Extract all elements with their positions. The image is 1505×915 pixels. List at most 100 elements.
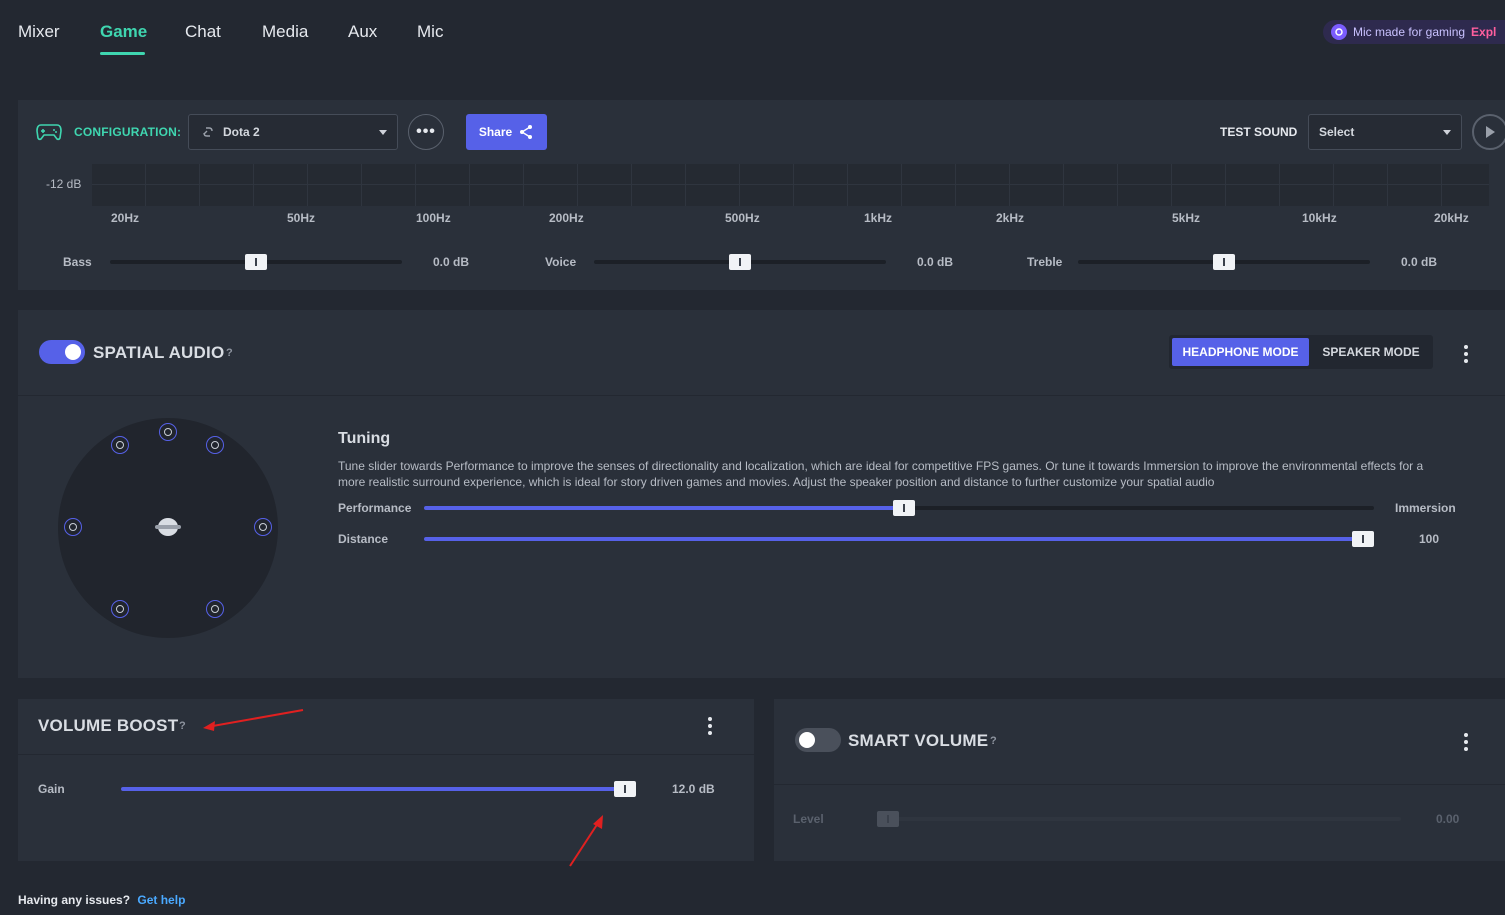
kebab-menu-icon[interactable] [708,717,712,735]
tab-mic[interactable]: Mic [417,22,443,42]
level-value: 0.00 [1436,812,1460,826]
get-help-link[interactable]: Get help [137,893,185,907]
treble-value: 0.0 dB [1401,255,1438,269]
bass-value: 0.0 dB [433,255,470,269]
footer-question: Having any issues? [18,893,131,907]
eq-graph[interactable] [92,164,1489,206]
play-icon [1486,126,1495,138]
slider-fill [424,506,904,510]
tuning-title: Tuning [338,430,391,447]
gamepad-icon [36,124,62,141]
help-icon[interactable]: ? [179,720,186,732]
promo-text: Mic made for gaming [1353,25,1466,39]
speaker-icon[interactable] [64,518,82,536]
smart-volume-header: SMART VOLUME ? [774,699,1505,785]
link-icon [203,127,213,137]
slider-thumb[interactable] [614,781,636,797]
listener-head-icon [155,518,181,536]
share-label: Share [478,125,513,139]
tab-mixer[interactable]: Mixer [18,22,60,42]
freq-label: 200Hz [549,211,584,225]
slider-thumb[interactable] [729,254,751,270]
distance-value: 100 [1419,532,1440,546]
freq-label: 50Hz [287,211,316,225]
configuration-select[interactable]: Dota 2 [188,114,398,150]
promo-link[interactable]: Expl [1471,25,1496,39]
test-sound-select[interactable]: Select [1308,114,1462,150]
smart-volume-panel: SMART VOLUME ? Level 0.00 [774,699,1505,861]
slider-thumb[interactable] [245,254,267,270]
treble-slider[interactable] [1078,254,1370,270]
chevron-down-icon [379,130,387,135]
tab-media[interactable]: Media [262,22,308,42]
freq-label: 100Hz [416,211,451,225]
kebab-menu-icon[interactable] [1464,345,1468,363]
test-sound-value: Select [1319,125,1355,139]
play-button[interactable] [1472,114,1505,150]
slider-fill [121,787,636,791]
distance-slider[interactable] [424,531,1374,547]
level-label: Level [793,812,824,826]
spatial-audio-header: SPATIAL AUDIO ? HEADPHONE MODE SPEAKER M… [18,310,1505,396]
volume-boost-title: VOLUME BOOST [38,716,179,735]
speaker-icon[interactable] [206,600,224,618]
freq-label: 2kHz [996,211,1025,225]
mode-selector: HEADPHONE MODE SPEAKER MODE [1169,335,1433,369]
freq-label: 500Hz [725,211,760,225]
db-scale-label: -12 dB [46,177,82,191]
voice-slider[interactable] [594,254,886,270]
treble-label: Treble [1027,255,1063,269]
speaker-icon[interactable] [206,436,224,454]
immersion-label: Immersion [1395,501,1456,515]
level-slider[interactable] [877,811,1401,827]
slider-thumb[interactable] [1352,531,1374,547]
bass-slider[interactable] [110,254,402,270]
help-icon[interactable]: ? [226,347,233,359]
spatial-audio-toggle[interactable] [39,340,85,364]
speaker-icon[interactable] [111,436,129,454]
volume-boost-panel: VOLUME BOOST ? Gain 12.0 dB [18,699,754,861]
freq-label: 10kHz [1302,211,1337,225]
tuning-description: Tune slider towards Performance to impro… [338,459,1424,489]
spatial-audio-panel: SPATIAL AUDIO ? HEADPHONE MODE SPEAKER M… [18,310,1505,678]
equalizer-panel: CONFIGURATION: Dota 2 ••• Share TEST SOU… [18,100,1505,290]
speaker-icon[interactable] [159,423,177,441]
smart-volume-toggle[interactable] [795,728,841,752]
help-icon[interactable]: ? [990,735,997,747]
more-options-button[interactable]: ••• [408,114,444,150]
tab-chat[interactable]: Chat [185,22,221,42]
annotation-arrow [569,815,603,867]
share-button[interactable]: Share [466,114,547,150]
speaker-icon[interactable] [254,518,272,536]
speaker-mode-button[interactable]: SPEAKER MODE [1313,338,1429,366]
annotation-arrow [203,709,304,731]
performance-immersion-slider[interactable] [424,500,1374,516]
mic-icon [1331,24,1347,40]
chevron-down-icon [1443,130,1451,135]
slider-thumb[interactable] [877,811,899,827]
gain-slider[interactable] [121,781,636,797]
smart-volume-title: SMART VOLUME [848,731,989,750]
active-tab-indicator [100,52,145,55]
test-sound-label: TEST SOUND [1220,125,1298,139]
top-nav: Mixer Game Chat Media Aux Mic Mic made f… [0,0,1505,70]
kebab-menu-icon[interactable] [1464,733,1468,751]
headphone-mode-button[interactable]: HEADPHONE MODE [1172,338,1309,366]
slider-thumb[interactable] [892,500,915,516]
voice-label: Voice [545,255,577,269]
tab-game[interactable]: Game [100,22,147,42]
speaker-icon[interactable] [111,600,129,618]
promo-banner[interactable]: Mic made for gaming Expl [1323,20,1505,44]
freq-label: 20kHz [1434,211,1469,225]
freq-label: 1kHz [864,211,893,225]
configuration-label: CONFIGURATION: [74,125,182,139]
configuration-value: Dota 2 [223,125,260,139]
spatial-audio-title: SPATIAL AUDIO [93,343,225,362]
slider-thumb[interactable] [1213,254,1235,270]
gain-value: 12.0 dB [672,782,715,796]
distance-label: Distance [338,532,389,546]
tab-aux[interactable]: Aux [348,22,377,42]
freq-label: 20Hz [111,211,140,225]
freq-label: 5kHz [1172,211,1201,225]
volume-boost-header: VOLUME BOOST ? [18,699,754,755]
